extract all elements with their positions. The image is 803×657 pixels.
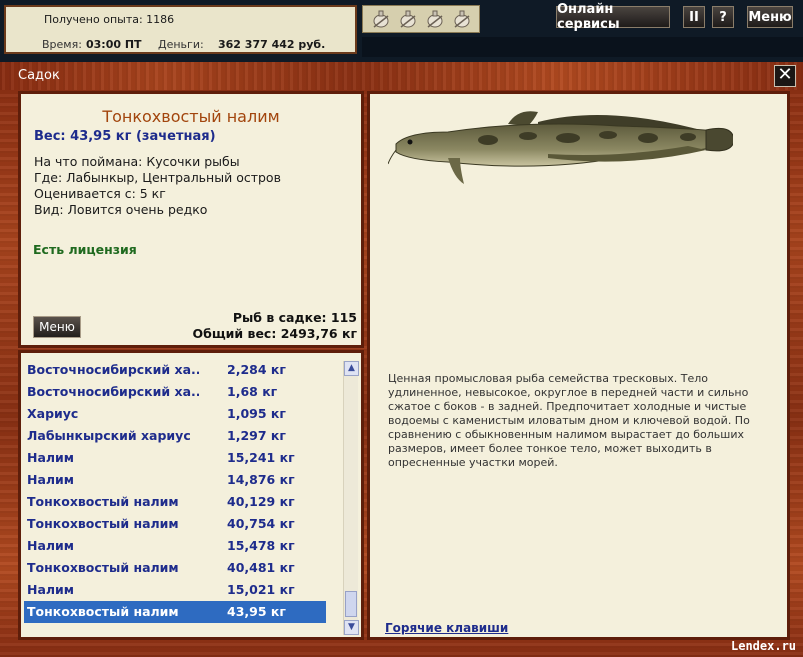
license-status: Есть лицензия <box>33 242 137 257</box>
catch-list-scrollbar[interactable]: ▲ ▼ <box>343 361 359 635</box>
time-label: Время: <box>42 38 82 51</box>
catch-fish-weight: 1,68 кг <box>227 384 278 399</box>
catch-fish-name: Налим <box>27 472 75 487</box>
money-label: Деньги: <box>158 38 204 51</box>
catch-fish-weight: 40,481 кг <box>227 560 295 575</box>
trophy-bar <box>362 5 480 33</box>
catch-list: Восточносибирский ха... 2,284 кг Восточнос… <box>24 359 326 623</box>
fish-info-panel: Тонкохвостый налим Вес: 43,95 кг (зачетн… <box>18 91 364 348</box>
catch-list-row[interactable]: Налим 15,478 кг <box>24 535 326 557</box>
catch-fish-name: Налим <box>27 538 75 553</box>
catch-list-row[interactable]: Тонкохвостый налим 40,754 кг <box>24 513 326 535</box>
fish-name: Тонкохвостый налим <box>102 107 280 126</box>
fish-description-panel: Ценная промысловая рыба семейства треско… <box>367 91 790 640</box>
experience-text: Получено опыта: 1186 <box>44 13 175 26</box>
fish-rarity: Вид: Ловится очень редко <box>34 202 208 217</box>
time-value: 03:00 ПТ <box>86 38 142 51</box>
burbot-fish-image <box>388 111 733 184</box>
catch-list-row[interactable]: Восточносибирский ха... 1,68 кг <box>24 381 326 403</box>
scroll-up-icon[interactable]: ▲ <box>344 361 359 376</box>
catch-fish-weight: 40,754 кг <box>227 516 295 531</box>
catch-fish-name: Хариус <box>27 406 79 421</box>
catch-fish-weight: 2,284 кг <box>227 362 286 377</box>
catch-fish-name: Тонкохвостый налим <box>27 604 179 619</box>
catch-fish-name: Восточносибирский ха... <box>27 384 199 399</box>
catch-fish-weight: 1,297 кг <box>227 428 286 443</box>
fish-menu-button[interactable]: Меню <box>33 316 81 338</box>
fish-description: Ценная промысловая рыба семейства треско… <box>388 372 750 469</box>
catch-list-row[interactable]: Восточносибирский ха... 2,284 кг <box>24 359 326 381</box>
catch-fish-weight: 15,021 кг <box>227 582 295 597</box>
catch-fish-weight: 15,478 кг <box>227 538 295 553</box>
trophy-icon[interactable] <box>451 8 473 30</box>
trophy-icon[interactable] <box>397 8 419 30</box>
player-stats-panel: Получено опыта: 1186 Время: 03:00 ПТ Ден… <box>4 5 357 54</box>
catch-fish-name: Тонкохвостый налим <box>27 494 179 509</box>
close-button[interactable]: ✕ <box>774 65 796 87</box>
fish-location: Где: Лабынкыр, Центральный остров <box>34 170 281 185</box>
catch-fish-name: Тонкохвостый налим <box>27 560 179 575</box>
catch-fish-name: Налим <box>27 450 75 465</box>
catch-list-panel: Восточносибирский ха... 2,284 кг Восточнос… <box>18 350 364 640</box>
catch-list-row[interactable]: Налим 14,876 кг <box>24 469 326 491</box>
keepnet-total-weight: Общий вес: 2493,76 кг <box>192 326 358 341</box>
catch-fish-weight: 43,95 кг <box>227 604 286 619</box>
trophy-icon[interactable] <box>370 8 392 30</box>
hotkeys-link[interactable]: Горячие клавиши <box>385 621 508 635</box>
fish-rated-from: Оценивается с: 5 кг <box>34 186 166 201</box>
catch-list-row[interactable]: Налим 15,021 кг <box>24 579 326 601</box>
catch-list-row[interactable]: Налим 15,241 кг <box>24 447 326 469</box>
catch-list-row[interactable]: Тонкохвостый налим 43,95 кг <box>24 601 326 623</box>
help-button[interactable]: ? <box>712 6 734 28</box>
catch-fish-name: Тонкохвостый налим <box>27 516 179 531</box>
catch-fish-name: Восточносибирский ха... <box>27 362 199 377</box>
catch-list-row[interactable]: Хариус 1,095 кг <box>24 403 326 425</box>
catch-fish-weight: 1,095 кг <box>227 406 286 421</box>
keepnet-window: Садок ✕ Тонкохвостый налим Вес: 43,95 кг… <box>0 62 803 657</box>
scroll-thumb[interactable] <box>345 591 357 617</box>
close-icon: ✕ <box>777 64 793 85</box>
online-services-button[interactable]: Онлайн сервисы <box>556 2 670 32</box>
main-menu-button[interactable]: Меню <box>747 6 793 28</box>
fish-weight: Вес: 43,95 кг (зачетная) <box>34 129 216 144</box>
catch-fish-weight: 40,129 кг <box>227 494 295 509</box>
catch-fish-weight: 14,876 кг <box>227 472 295 487</box>
window-titlebar: Садок ✕ <box>0 62 803 90</box>
window-title: Садок <box>18 68 60 83</box>
watermark: Lendex.ru <box>731 639 797 653</box>
fish-bait: На что поймана: Кусочки рыбы <box>34 154 240 169</box>
money-value: 362 377 442 руб. <box>218 38 326 51</box>
pause-button[interactable]: II <box>683 6 705 28</box>
catch-fish-name: Лабынкырский хариус <box>27 428 191 443</box>
scroll-down-icon[interactable]: ▼ <box>344 620 359 635</box>
top-strip <box>362 37 803 57</box>
catch-fish-name: Налим <box>27 582 75 597</box>
catch-fish-weight: 15,241 кг <box>227 450 295 465</box>
top-bar: Получено опыта: 1186 Время: 03:00 ПТ Ден… <box>0 0 803 62</box>
catch-list-row[interactable]: Лабынкырский хариус 1,297 кг <box>24 425 326 447</box>
catch-list-row[interactable]: Тонкохвостый налим 40,129 кг <box>24 491 326 513</box>
catch-list-row[interactable]: Тонкохвостый налим 40,481 кг <box>24 557 326 579</box>
keepnet-count: Рыб в садке: 115 <box>232 310 357 325</box>
trophy-icon[interactable] <box>424 8 446 30</box>
